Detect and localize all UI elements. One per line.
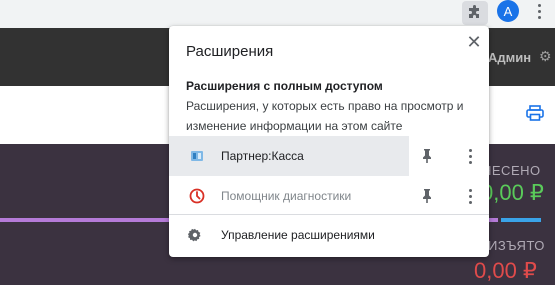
more-options-icon[interactable]	[465, 148, 475, 164]
pin-icon[interactable]	[421, 148, 433, 164]
manage-extensions-button[interactable]: Управление расширениями	[169, 216, 489, 254]
deposited-value: 0,00 ₽	[481, 180, 544, 205]
extensions-popup: Расширения ✕ Расширения с полным доступо…	[169, 26, 489, 257]
address-bar[interactable]	[0, 0, 455, 24]
user-name[interactable]: Админ	[488, 50, 531, 65]
more-options-icon[interactable]	[465, 188, 475, 204]
popup-title: Расширения	[186, 43, 274, 60]
browser-menu-icon[interactable]	[533, 0, 545, 22]
extension-row-kassa[interactable]: Партнер:Касса	[169, 136, 489, 176]
close-icon[interactable]: ✕	[465, 33, 483, 51]
gear-icon[interactable]: ⚙	[539, 48, 552, 65]
manage-extensions-label: Управление расширениями	[221, 228, 375, 242]
diagnostics-icon	[189, 188, 205, 204]
gear-icon	[188, 228, 201, 242]
extension-name: Партнер:Касса	[221, 149, 304, 163]
browser-toolbar: A	[0, 0, 555, 28]
extension-name: Помощник диагностики	[221, 189, 352, 203]
deposited-label: НЕСЕНО	[482, 163, 541, 178]
puzzle-icon	[469, 5, 479, 18]
divider	[169, 214, 489, 215]
section-title: Расширения с полным доступом	[186, 79, 383, 93]
pin-icon[interactable]	[421, 188, 433, 204]
profile-avatar[interactable]: A	[497, 0, 519, 22]
print-icon[interactable]	[526, 105, 544, 121]
withdrawn-value: 0,00 ₽	[474, 258, 537, 283]
withdrawn-label: ИЗЪЯТО	[488, 238, 545, 253]
kassa-icon	[191, 151, 203, 161]
extension-row-diagnostics[interactable]: Помощник диагностики	[169, 176, 489, 216]
progress-bar-blue	[501, 218, 541, 222]
section-description: Расширения, у которых есть право на прос…	[186, 99, 464, 133]
extensions-button[interactable]	[462, 1, 488, 25]
